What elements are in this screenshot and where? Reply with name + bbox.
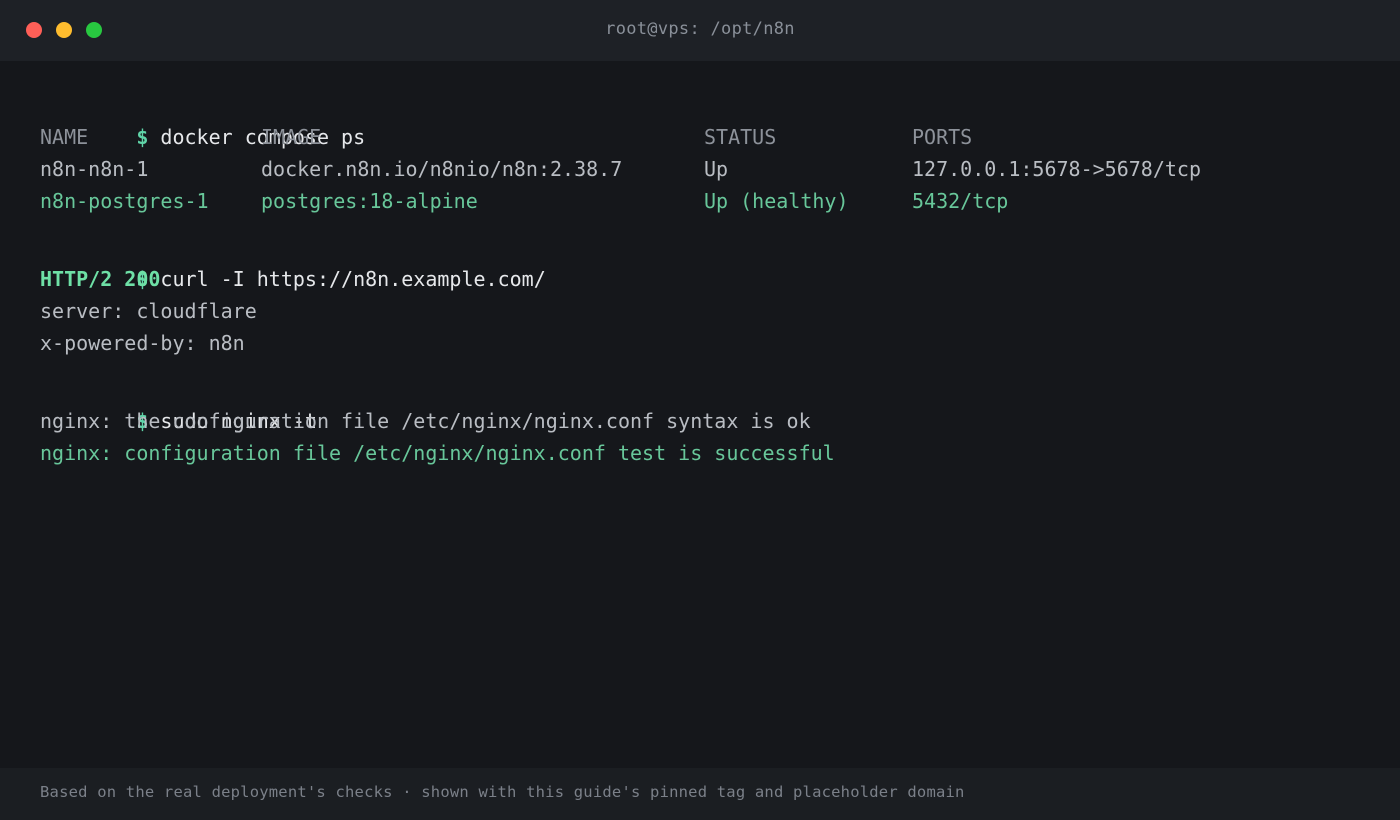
cell-image: docker.n8n.io/n8nio/n8n:2.38.7: [261, 157, 623, 181]
cell-ports: 5432/tcp: [912, 189, 1009, 213]
nginx-output-line: nginx: the configuration file /etc/nginx…: [40, 409, 811, 433]
command-line: $ sudo nginx -t: [40, 373, 1398, 433]
cell-status: Up (healthy): [704, 189, 849, 213]
cell-status: Up: [704, 157, 729, 181]
cell-image: postgres:18-alpine: [261, 189, 478, 213]
curl-block: $ curl -I https://n8n.example.com/ HTTP/…: [40, 231, 1398, 359]
cell-name: n8n-postgres-1: [40, 189, 209, 213]
terminal-window: root@vps: /opt/n8n $ docker compose ps N…: [0, 0, 1400, 820]
footer-caption: Based on the real deployment's checks · …: [0, 768, 1400, 820]
header-status: STATUS: [704, 125, 777, 149]
cell-name: n8n-n8n-1: [40, 157, 149, 181]
header-ports: PORTS: [912, 125, 973, 149]
header-name: NAME: [40, 125, 89, 149]
window-title: root@vps: /opt/n8n: [605, 19, 795, 39]
nginx-output-line: nginx: configuration file /etc/nginx/ngi…: [40, 441, 835, 465]
table-row: n8n-n8n-1 docker.n8n.io/n8nio/n8n:2.38.7 U…: [40, 153, 1398, 185]
command-line: $ docker compose ps: [40, 89, 1398, 149]
cell-ports: 127.0.0.1:5678->5678/tcp: [912, 157, 1201, 181]
docker-ps-block: $ docker compose ps NAME IMAGE STATUS PORTS…: [40, 89, 1398, 217]
command-text: curl -I https://n8n.example.com/: [160, 267, 546, 291]
nginx-block: $ sudo nginx -t nginx: the configuration…: [40, 373, 1398, 469]
response-header: x-powered-by: n8n: [40, 331, 245, 355]
terminal-output[interactable]: $ docker compose ps NAME IMAGE STATUS PORTS…: [2, 61, 1398, 768]
table-row: n8n-postgres-1 postgres:18-alpine Up (heal…: [40, 185, 1398, 217]
header-image: IMAGE: [261, 125, 322, 149]
table-header: NAME IMAGE STATUS PORTS: [40, 121, 1398, 153]
title-bar: root@vps: /opt/n8n: [0, 0, 1400, 61]
response-header: server: cloudflare: [40, 299, 257, 323]
command-line: $ curl -I https://n8n.example.com/: [40, 231, 1398, 291]
